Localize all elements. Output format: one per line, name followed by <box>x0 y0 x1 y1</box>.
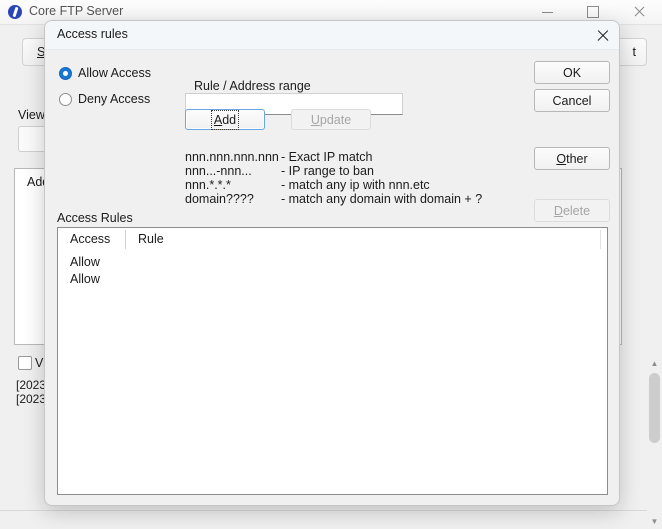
hint-description: - IP range to ban <box>281 164 374 178</box>
access-rules-listview[interactable]: Access Rule Allow Allow <box>57 227 608 495</box>
cancel-button-label: Cancel <box>553 94 592 108</box>
column-header-rule[interactable]: Rule <box>138 232 164 246</box>
maximize-icon <box>587 6 599 18</box>
cancel-button[interactable]: Cancel <box>534 89 610 112</box>
close-icon <box>596 29 609 42</box>
hint-pattern: nnn...-nnn... <box>185 164 281 178</box>
allow-access-radio[interactable]: Allow Access <box>59 66 151 80</box>
update-button: Update <box>291 109 371 130</box>
dialog-title: Access rules <box>57 27 128 41</box>
status-separator <box>0 510 662 511</box>
column-header-access[interactable]: Access <box>70 232 110 246</box>
hint-row: nnn.*.*.* - match any ip with nnn.etc <box>185 178 482 192</box>
table-row[interactable]: Allow <box>70 255 100 269</box>
radio-unselected-icon <box>59 93 72 106</box>
radio-selected-icon <box>59 67 72 80</box>
ok-button-label: OK <box>563 66 581 80</box>
column-divider[interactable] <box>600 230 601 249</box>
delete-button: Delete <box>534 199 610 222</box>
dialog-titlebar <box>45 21 619 50</box>
add-button-label: Add <box>214 113 236 127</box>
pattern-hints: nnn.nnn.nnn.nnn - Exact IP match nnn...-… <box>185 150 482 206</box>
allow-access-label: Allow Access <box>78 66 151 80</box>
close-icon <box>633 6 645 18</box>
delete-button-label: Delete <box>554 204 590 218</box>
other-button[interactable]: Other <box>534 147 610 170</box>
access-rules-group-label: Access Rules <box>57 211 133 225</box>
deny-access-radio[interactable]: Deny Access <box>59 92 150 106</box>
hint-row: nnn.nnn.nnn.nnn - Exact IP match <box>185 150 482 164</box>
listview-header: Access Rule <box>58 228 607 251</box>
hint-description: - Exact IP match <box>281 150 372 164</box>
log-line: [2023 <box>16 378 46 392</box>
hint-description: - match any ip with nnn.etc <box>281 178 430 192</box>
hint-row: nnn...-nnn... - IP range to ban <box>185 164 482 178</box>
hint-description: - match any domain with domain + ? <box>281 192 482 206</box>
table-row[interactable]: Allow <box>70 272 100 286</box>
log-line: [2023 <box>16 392 46 406</box>
hint-row: domain???? - match any domain with domai… <box>185 192 482 206</box>
scrollbar-thumb[interactable] <box>649 373 660 443</box>
app-logo-icon <box>8 5 22 19</box>
minimize-icon <box>542 12 553 13</box>
rule-field-label: Rule / Address range <box>194 79 311 93</box>
add-button[interactable]: Add <box>185 109 265 130</box>
access-rules-dialog: Access rules Allow Access Deny Access Ru… <box>44 20 620 506</box>
window-close-button[interactable] <box>616 0 662 24</box>
deny-access-label: Deny Access <box>78 92 150 106</box>
cell-access: Allow <box>70 255 100 269</box>
hint-pattern: domain???? <box>185 192 281 206</box>
view-checkbox[interactable] <box>18 356 32 370</box>
dialog-close-button[interactable] <box>589 23 615 47</box>
other-button-label: Other <box>556 152 587 166</box>
hint-pattern: nnn.*.*.* <box>185 178 281 192</box>
cell-access: Allow <box>70 272 100 286</box>
log-scrollbar[interactable]: ▲ ▼ <box>647 355 662 529</box>
hint-pattern: nnn.nnn.nnn.nnn <box>185 150 281 164</box>
window-title: Core FTP Server <box>29 4 123 18</box>
application-window: St t ervice) View by or help Addre Vie [… <box>0 0 662 529</box>
update-button-label: Update <box>311 113 351 127</box>
ok-button[interactable]: OK <box>534 61 610 84</box>
scroll-down-icon[interactable]: ▼ <box>647 513 662 529</box>
column-divider[interactable] <box>125 230 126 249</box>
scroll-up-icon[interactable]: ▲ <box>647 355 662 371</box>
